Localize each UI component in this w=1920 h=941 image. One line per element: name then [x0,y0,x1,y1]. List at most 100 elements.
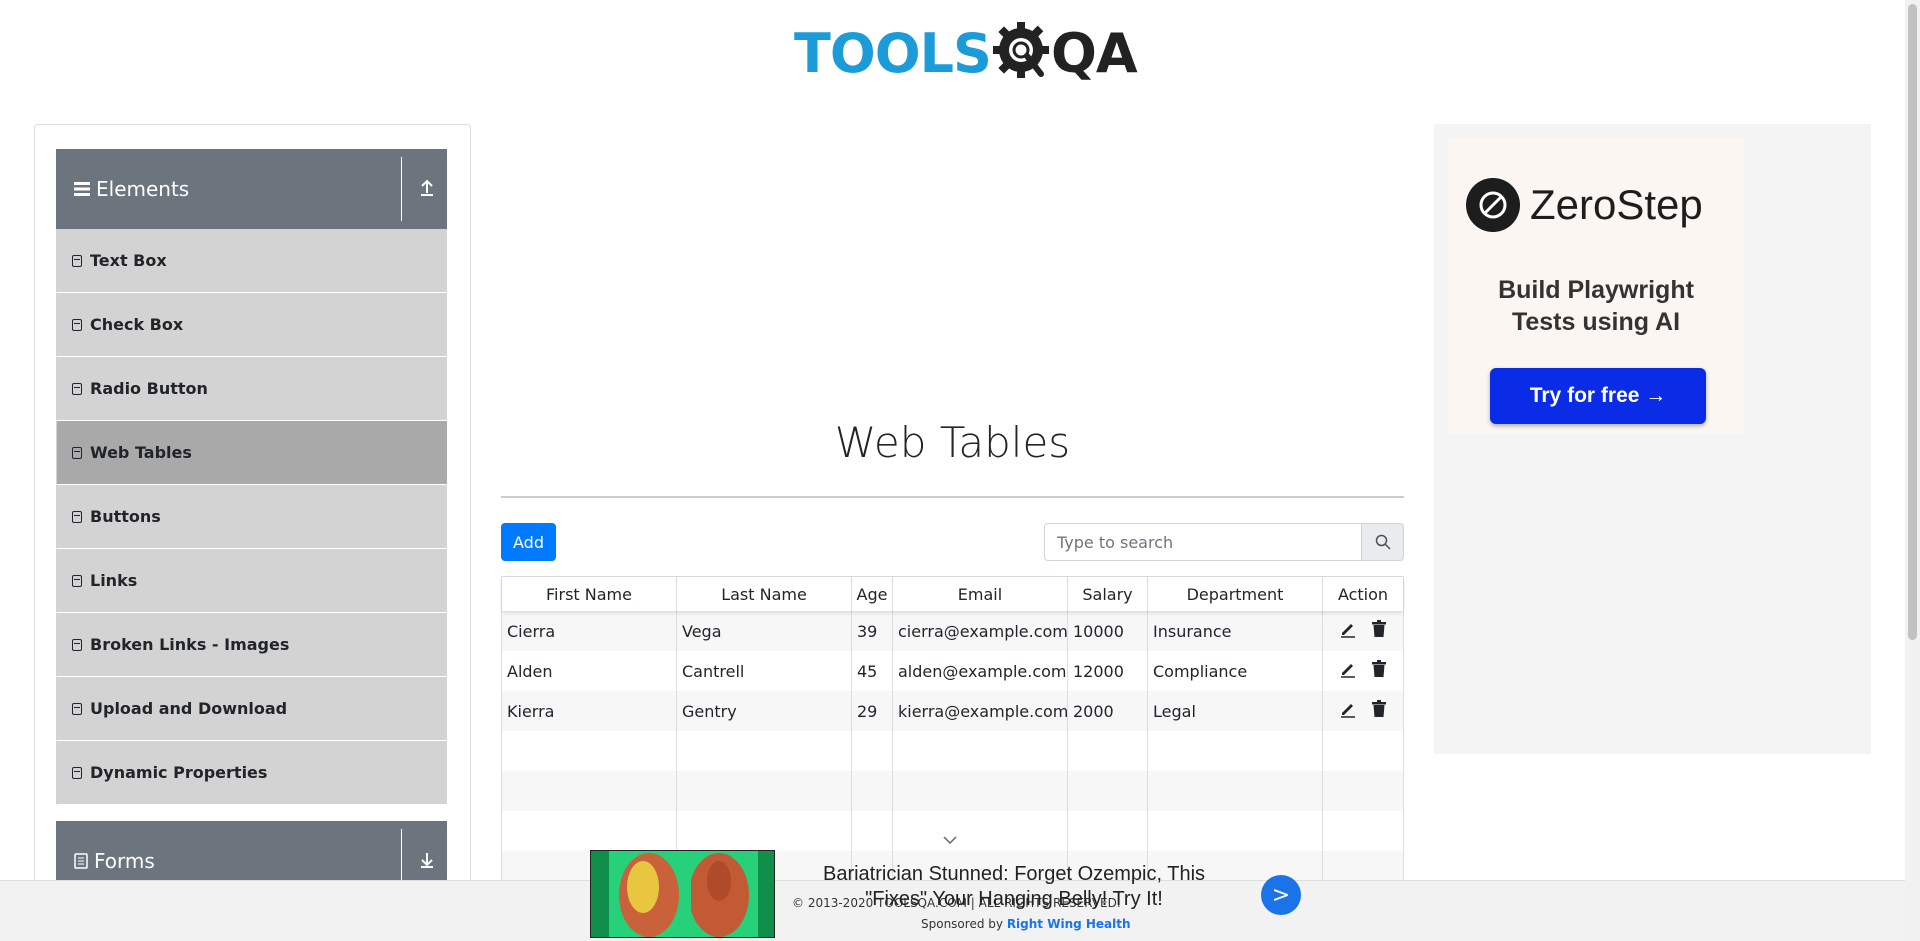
column-header[interactable]: Email [893,577,1068,611]
table-cell [502,811,677,851]
elements-group-label: Elements [96,177,190,201]
search-button[interactable] [1362,523,1404,561]
logo-text-tools: TOOLS [794,21,992,85]
table-cell: alden@example.com [893,651,1068,691]
column-header[interactable]: Age [852,577,893,611]
sponsored-prefix: Sponsored by [921,917,1003,931]
sidebar-item-radio-button[interactable]: Radio Button [56,357,447,421]
page: TOOLS QA Elements Text Box Check Box Rad… [0,0,1920,941]
item-icon [72,702,82,715]
table-cell [852,771,893,811]
table-cell: 45 [852,651,893,691]
sticky-ad-headline[interactable]: Bariatrician Stunned: Forget Ozempic, Th… [806,862,1222,912]
table-row [502,731,1403,771]
action-cell [1323,651,1403,691]
table-cell: Cierra [502,611,677,651]
right-ad-panel[interactable]: ZeroStep Build Playwright Tests using AI… [1434,124,1871,754]
table-cell [1068,771,1148,811]
table-cell [1148,731,1323,771]
sidebar-item-label: Upload and Download [90,699,288,718]
table-cell [852,811,893,851]
column-header[interactable]: Last Name [677,577,852,611]
sidebar-item-check-box[interactable]: Check Box [56,293,447,357]
item-icon [72,254,82,267]
ad-next-button[interactable]: > [1261,875,1301,915]
table-row [502,771,1403,811]
table-cell [502,731,677,771]
action-cell [1323,731,1403,771]
edit-icon[interactable] [1339,700,1357,722]
search-input[interactable] [1044,523,1362,561]
edit-icon[interactable] [1339,620,1357,642]
column-header[interactable]: Action [1323,577,1403,611]
table-cell [502,771,677,811]
tagline-line-1: Build Playwright [1498,276,1694,304]
item-icon [72,446,82,459]
table-cell [677,811,852,851]
form-icon [74,853,88,869]
try-for-free-button[interactable]: Try for free → [1490,368,1706,424]
sidebar-item-label: Check Box [90,315,184,334]
scrollbar-thumb[interactable] [1908,4,1917,640]
delete-icon[interactable] [1371,620,1387,642]
sponsor-link[interactable]: Right Wing Health [1007,917,1131,931]
table-cell: Compliance [1148,651,1323,691]
table-cell [852,731,893,771]
forms-group-title: Forms [74,849,155,873]
sidebar-item-upload-download[interactable]: Upload and Download [56,677,447,741]
page-scrollbar[interactable] [1905,0,1920,941]
zerostep-ad[interactable]: ZeroStep Build Playwright Tests using AI… [1448,138,1744,434]
delete-icon[interactable] [1371,700,1387,722]
delete-icon[interactable] [1371,660,1387,682]
toolsqa-logo[interactable]: TOOLS QA [794,16,1138,90]
sidebar-item-label: Buttons [90,507,161,526]
column-header[interactable]: First Name [502,577,677,611]
table-row: Cierra Vega 39 cierra@example.com 10000 Insur… [502,611,1403,651]
table-cell: Vega [677,611,852,651]
table-cell: Legal [1148,691,1323,731]
item-icon [72,510,82,523]
sidebar-item-links[interactable]: Links [56,549,447,613]
table-cell [677,731,852,771]
table-cell [893,771,1068,811]
item-icon [72,318,82,331]
table-cell: 12000 [1068,651,1148,691]
table-cell: Insurance [1148,611,1323,651]
sidebar-item-dynamic-properties[interactable]: Dynamic Properties [56,741,447,805]
table-cell: 29 [852,691,893,731]
table-header: First Name Last Name Age Email Salary De… [502,577,1403,611]
sidebar-item-label: Dynamic Properties [90,763,268,782]
table-row: Alden Cantrell 45 alden@example.com 12000 Com… [502,651,1403,691]
collapse-up-icon[interactable] [414,175,440,201]
elements-group-title: Elements [74,177,189,201]
table-cell: Kierra [502,691,677,731]
sidebar-item-web-tables[interactable]: Web Tables [56,421,447,485]
tagline-line-2: Tests using AI [1511,308,1681,336]
column-header[interactable]: Department [1148,577,1323,611]
expand-down-icon[interactable] [414,847,440,873]
table-cell: 2000 [1068,691,1148,731]
add-button[interactable]: Add [501,523,556,561]
action-cell [1323,611,1403,651]
item-icon [72,574,82,587]
table-cell: 39 [852,611,893,651]
sticky-ad-image[interactable] [590,850,775,938]
sidebar-item-text-box[interactable]: Text Box [56,229,447,293]
elements-menu: Text Box Check Box Radio Button Web Tabl… [56,229,447,805]
table-cell [893,811,1068,851]
table-cell: Gentry [677,691,852,731]
table-cell: 10000 [1068,611,1148,651]
title-divider [501,496,1404,498]
gear-icon [992,22,1049,78]
sidebar-item-buttons[interactable]: Buttons [56,485,447,549]
table-cell [1068,731,1148,771]
zerostep-brand: ZeroStep [1466,178,1703,232]
chevron-down-icon[interactable] [943,832,957,848]
sidebar-item-label: Links [90,571,138,590]
sidebar-item-broken-links[interactable]: Broken Links - Images [56,613,447,677]
elements-group-header[interactable]: Elements [56,149,447,229]
edit-icon[interactable] [1339,660,1357,682]
zerostep-tagline: Build Playwright Tests using AI [1448,274,1744,338]
action-cell [1323,811,1403,851]
column-header[interactable]: Salary [1068,577,1148,611]
